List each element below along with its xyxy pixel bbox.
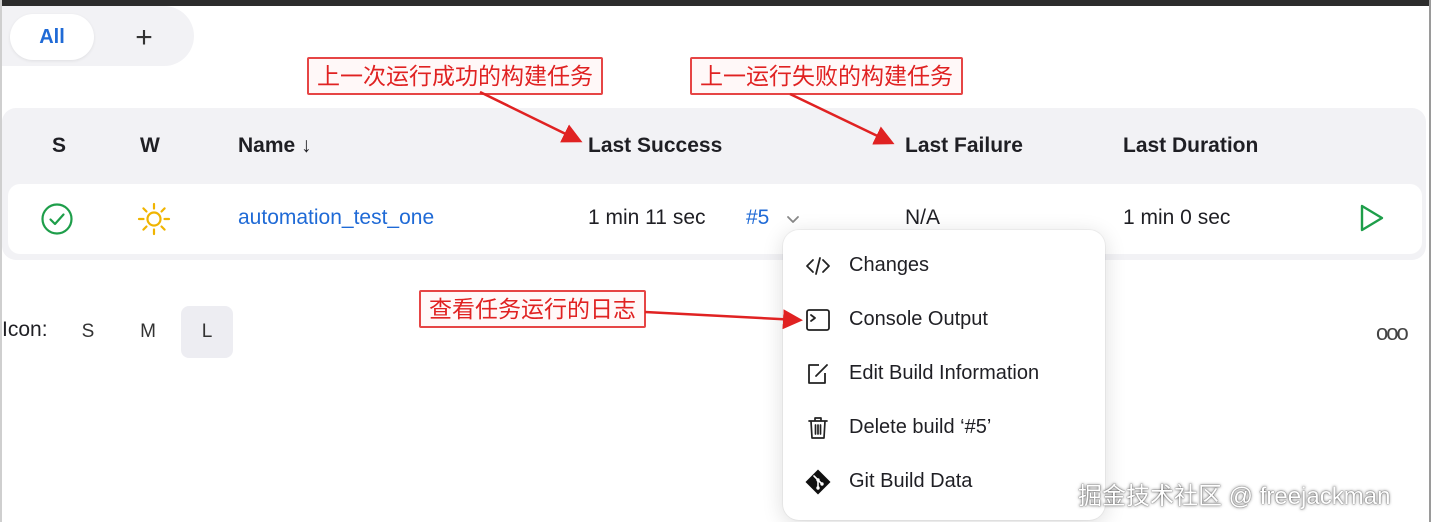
icon-size-s[interactable]: S xyxy=(62,306,114,358)
menu-item-label: Changes xyxy=(849,254,930,276)
icon-size-label: Icon: xyxy=(2,318,48,341)
header-weather[interactable]: W xyxy=(140,134,160,158)
tab-all[interactable]: All xyxy=(10,14,94,60)
last-success-time: 1 min 11 sec xyxy=(588,206,706,229)
play-icon[interactable] xyxy=(1356,202,1386,234)
add-view-button[interactable]: + xyxy=(122,16,166,60)
menu-item-git-build-data[interactable]: Git Build Data xyxy=(783,455,1105,509)
header-last-failure[interactable]: Last Failure xyxy=(905,134,1023,158)
menu-item-label: Console Output xyxy=(849,308,988,330)
git-icon xyxy=(805,469,831,495)
header-last-success[interactable]: Last Success xyxy=(588,134,722,158)
menu-item-label: Git Build Data xyxy=(849,470,973,492)
icon-size-l[interactable]: L xyxy=(181,306,233,358)
window-left-border xyxy=(0,0,2,522)
window-top-border xyxy=(0,0,1431,6)
watermark: 掘金技术社区 @ freejackman xyxy=(1078,483,1391,510)
annotation-last-failure: 上一运行失败的构建任务 xyxy=(690,57,963,95)
menu-item-edit-build-information[interactable]: Edit Build Information xyxy=(783,347,1105,401)
annotation-last-success: 上一次运行成功的构建任务 xyxy=(307,57,603,95)
arrow-console xyxy=(644,309,803,330)
jobs-table: S W Name ↓ Last Success Last Failure Las… xyxy=(2,108,1426,260)
job-name-link[interactable]: automation_test_one xyxy=(238,206,434,230)
more-options-icon[interactable]: ooo xyxy=(1376,320,1409,346)
table-row: automation_test_one 1 min 11 sec #5 N/A … xyxy=(8,184,1422,254)
header-status[interactable]: S xyxy=(52,134,66,158)
menu-item-label: Delete build ‘#5’ xyxy=(849,416,992,438)
sun-icon xyxy=(137,202,171,236)
header-last-duration[interactable]: Last Duration xyxy=(1123,134,1258,158)
header-name[interactable]: Name ↓ xyxy=(238,134,312,158)
trash-icon xyxy=(808,417,828,439)
last-success-build-link[interactable]: #5 xyxy=(746,206,769,230)
icon-size-m[interactable]: M xyxy=(122,306,174,358)
chevron-down-icon[interactable] xyxy=(784,210,802,228)
last-duration-value: 1 min 0 sec xyxy=(1123,206,1231,229)
terminal-icon xyxy=(806,309,830,331)
view-tabs: All + xyxy=(2,6,194,66)
check-circle-icon xyxy=(41,203,73,235)
code-icon xyxy=(806,257,830,275)
annotation-console: 查看任务运行的日志 xyxy=(419,290,646,328)
last-failure-value: N/A xyxy=(905,206,941,229)
edit-icon xyxy=(808,364,828,384)
build-dropdown-menu: Changes Console Output Edit Build Inform… xyxy=(783,230,1105,520)
menu-item-console-output[interactable]: Console Output xyxy=(783,293,1105,347)
menu-item-label: Edit Build Information xyxy=(849,362,1040,384)
menu-item-changes[interactable]: Changes xyxy=(783,239,1105,293)
menu-item-delete-build[interactable]: Delete build ‘#5’ xyxy=(783,401,1105,455)
